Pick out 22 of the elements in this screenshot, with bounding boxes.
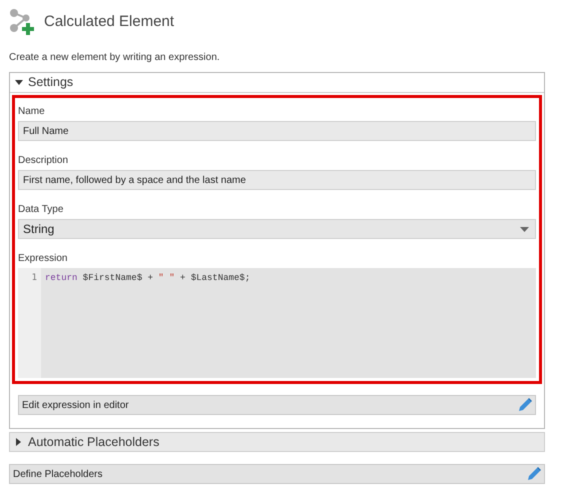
page-title: Calculated Element	[44, 12, 174, 32]
code-line: return $FirstName$ + " " + $LastName$;	[44, 272, 250, 285]
data-type-dropdown[interactable]: String	[18, 219, 536, 239]
text-field[interactable]: First name, followed by a space and the last name	[18, 170, 536, 190]
section-header[interactable]: Automatic Placeholders	[28, 432, 160, 452]
pencil-icon	[526, 466, 542, 482]
element-plus-icon	[9, 8, 37, 36]
field-label: Description	[18, 154, 70, 168]
edit-expression-button[interactable]: Edit expression in editor	[18, 395, 536, 415]
field-label: Expression	[18, 252, 68, 266]
expand-caret-icon[interactable]	[15, 80, 23, 85]
field-label: Name	[18, 105, 46, 119]
text-field[interactable]: Full Name	[18, 121, 536, 141]
define-placeholders-button[interactable]: Define Placeholders	[9, 464, 545, 484]
dropdown-caret-icon	[520, 226, 529, 232]
page-description: Create a new element by writing an expression.	[9, 51, 221, 65]
code-editor[interactable]: 1 return $FirstName$ + " " + $LastName$;	[18, 268, 536, 378]
line-number: 1	[18, 268, 41, 378]
field-label: Data Type	[18, 203, 64, 217]
prompt-pencil-icon	[517, 397, 533, 413]
section-header[interactable]: Settings	[28, 73, 74, 92]
expand-caret-icon[interactable]	[16, 438, 21, 446]
